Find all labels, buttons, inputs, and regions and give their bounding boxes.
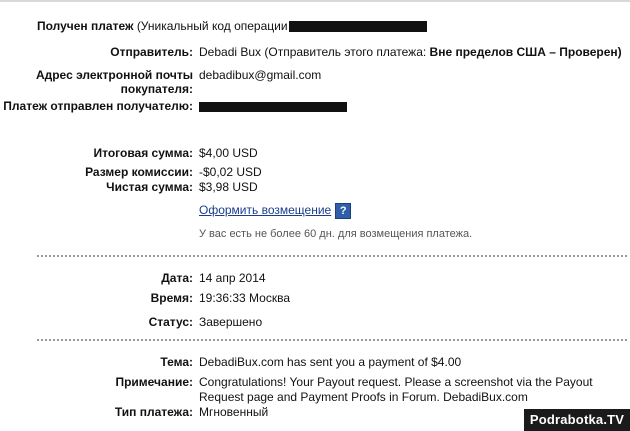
fee-label: Размер комиссии:: [85, 165, 193, 179]
top-border: [0, 0, 630, 2]
watermark-badge: Podrabotka.TV: [524, 409, 630, 431]
transaction-id-prefix: (Уникальный код операции: [136, 19, 288, 33]
note-line-1: Congratulations! Your Payout request. Pl…: [199, 375, 593, 389]
payment-type-label: Тип платежа:: [114, 405, 193, 419]
help-question-icon[interactable]: ?: [335, 203, 352, 219]
note-line-2: Request page and Payment Proofs in Forum…: [199, 390, 528, 404]
time-value: 19:36:33 Москва: [199, 291, 291, 305]
buyer-email-label: Адрес электронной почты покупателя:: [35, 68, 193, 96]
subject-value: DebadiBux.com has sent you a payment of …: [199, 355, 462, 369]
sender-status: Вне пределов США – Проверен): [429, 45, 622, 59]
sent-to-redaction: [199, 100, 347, 114]
total-value: $4,00 USD: [199, 146, 258, 160]
net-value: $3,98 USD: [199, 180, 258, 194]
separator-1: [37, 255, 627, 257]
time-label: Время:: [150, 291, 193, 305]
refund-note: У вас есть не более 60 дн. для возмещени…: [199, 228, 473, 240]
net-label: Чистая сумма:: [106, 180, 193, 194]
subject-label: Тема:: [160, 355, 193, 369]
sender-value: Debadi Bux (Отправитель этого платежа: В…: [199, 45, 622, 59]
separator-2: [37, 339, 627, 341]
note-label: Примечание:: [115, 375, 193, 389]
date-label: Дата:: [161, 271, 193, 285]
total-label: Итоговая сумма:: [93, 146, 193, 160]
sender-label: Отправитель:: [110, 45, 193, 59]
payment-header: Получен платеж (Уникальный код операции: [37, 19, 427, 33]
status-value: Завершено: [199, 315, 263, 329]
transaction-id-redaction: [288, 21, 427, 33]
sent-to-label: Платеж отправлен получателю:: [3, 99, 193, 113]
status-label: Статус:: [148, 315, 193, 329]
refund-row: Оформить возмещение?: [199, 203, 352, 219]
date-value: 14 апр 2014: [199, 271, 266, 285]
received-label: Получен платеж: [37, 19, 134, 33]
refund-link[interactable]: Оформить возмещение: [199, 203, 331, 217]
buyer-email-value: debadibux@gmail.com: [199, 68, 322, 82]
fee-value: -$0,02 USD: [199, 165, 262, 179]
sender-name: Debadi Bux (Отправитель этого платежа:: [199, 45, 430, 59]
payment-type-value: Мгновенный: [199, 405, 269, 419]
